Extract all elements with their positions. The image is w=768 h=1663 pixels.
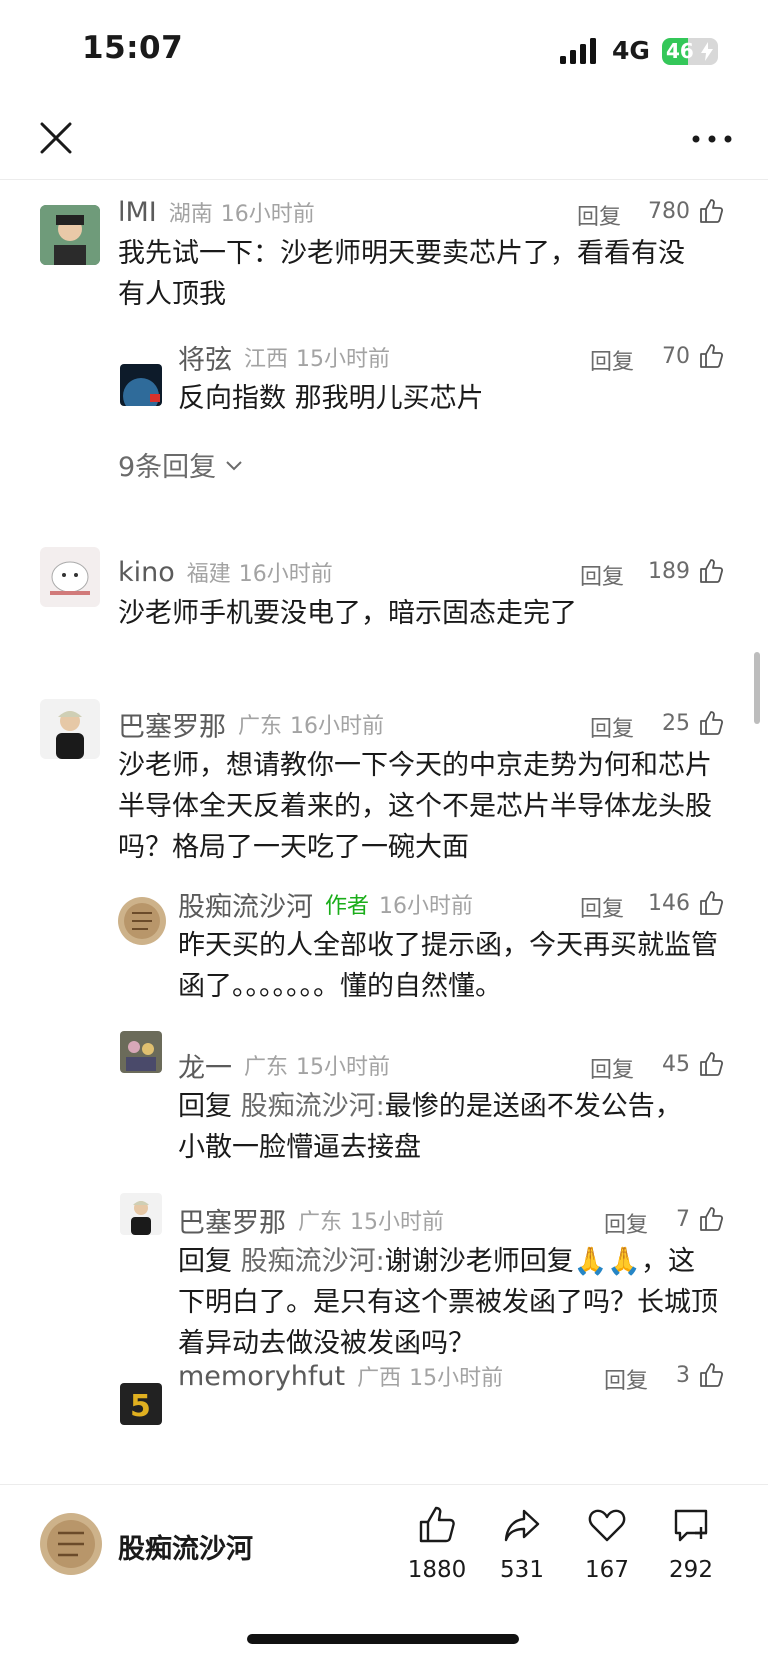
avatar[interactable] [40,547,100,607]
more-replies-label: 9条回复 [118,452,217,483]
navbar [0,100,768,180]
favorite-count: 167 [585,1557,629,1583]
close-icon[interactable] [36,118,76,158]
reply-text: 回复 股痴流沙河:最惨的是送函不发公告，小散一脸懵逼去接盘 [178,1086,698,1168]
comment-location: 福建 [186,562,231,587]
status-time: 15:07 [82,30,184,66]
reply-button[interactable]: 回复 [577,199,621,231]
comment-time: 16小时前 [290,714,385,739]
avatar[interactable] [40,699,100,759]
author-name[interactable]: 股痴流沙河 [118,1527,253,1566]
like-button[interactable]: 1880 [399,1505,475,1583]
like-count: 780 [648,199,690,224]
like-count: 7 [676,1207,690,1232]
comment-add-icon [674,1509,708,1542]
charging-bolt-icon [701,42,713,61]
author-tag: 作者 [325,894,370,919]
reply-location: 广东 [244,1055,289,1080]
thumb-up-icon[interactable] [698,710,724,736]
avatar[interactable] [120,364,162,406]
reply-location: 广西 [357,1366,402,1391]
thumb-up-icon[interactable] [698,1362,724,1388]
like-count: 70 [662,344,690,369]
thumb-up-icon[interactable] [698,198,724,224]
like-count: 146 [648,891,690,916]
comment-username[interactable]: 巴塞罗那 [118,705,226,744]
thumb-up-icon[interactable] [698,1206,724,1232]
heart-icon [588,1509,626,1542]
comment-username[interactable]: lMI [118,197,157,228]
reply-text: 回复 股痴流沙河:谢谢沙老师回复🙏🙏，这下明白了。是只有这个票被发函了吗？长城顶… [178,1241,718,1364]
comment-button[interactable]: 292 [653,1505,729,1583]
reply-time: 16小时前 [379,894,474,919]
svg-text:5: 5 [130,1389,151,1424]
reply-button[interactable]: 回复 [590,344,634,376]
avatar[interactable]: 5 [120,1383,162,1425]
avatar[interactable] [118,897,166,945]
reply-button[interactable]: 回复 [590,1052,634,1084]
reply-username[interactable]: 巴塞罗那 [178,1201,286,1240]
thumb-up-icon [419,1506,455,1543]
comment-time: 16小时前 [238,562,333,587]
like-count: 3 [676,1363,690,1388]
reply-to-user[interactable]: 股痴流沙河: [241,1246,385,1277]
comment-location: 广东 [238,714,283,739]
reply-username[interactable]: 龙一 [178,1046,232,1085]
reply-time: 15小时前 [296,1055,391,1080]
reply-to-user[interactable]: 股痴流沙河: [241,1091,385,1122]
comment-time: 16小时前 [220,202,315,227]
favorite-button[interactable]: 167 [569,1505,645,1583]
avatar[interactable] [40,205,100,265]
comment-text: 沙老师手机要没电了，暗示固态走完了 [118,598,577,629]
reply-time: 15小时前 [296,347,391,372]
reply-time: 15小时前 [350,1210,445,1235]
comment-location: 湖南 [168,202,213,227]
comment-count: 292 [669,1557,713,1583]
avatar[interactable] [120,1193,162,1235]
like-count: 189 [648,559,690,584]
share-button[interactable]: 531 [484,1505,560,1583]
reply-text: 反向指数 那我明儿买芯片 [178,383,484,414]
comment-username[interactable]: kino [118,557,175,588]
reply-prefix: 回复 [178,1246,232,1277]
more-icon[interactable] [688,124,736,154]
thumb-up-icon[interactable] [698,890,724,916]
like-count: 45 [662,1052,690,1077]
reply-time: 15小时前 [409,1366,504,1391]
thumb-up-icon[interactable] [698,1051,724,1077]
thumb-up-icon[interactable] [698,343,724,369]
battery-percent: 46 [666,39,694,63]
scrollbar[interactable] [754,652,760,724]
status-bar: 15:07 4G 46 [0,0,768,100]
reply-location: 江西 [244,347,289,372]
comment-list[interactable]: lMI 湖南 16小时前 回复 780 我先试一下：沙老师明天要卖芯片了，看看有… [0,181,768,1481]
comment-text: 我先试一下：沙老师明天要卖芯片了，看看有没有人顶我 [118,238,685,310]
reply-username[interactable]: 将弦 [178,338,232,377]
avatar[interactable] [120,1031,162,1073]
home-indicator[interactable] [247,1634,519,1644]
like-count: 1880 [407,1557,467,1583]
thumb-up-icon[interactable] [698,558,724,584]
reply-username[interactable]: memoryhfut [178,1361,345,1392]
reply-username[interactable]: 股痴流沙河 [178,885,313,924]
network-type: 4G [612,36,650,65]
reply-prefix: 回复 [178,1091,232,1122]
signal-icon [560,38,596,64]
battery-icon: 46 [662,38,718,65]
comment-text: 沙老师，想请教你一下今天的中京走势为何和芯片半导体全天反着来的，这个不是芯片半导… [118,750,712,863]
more-replies-button[interactable]: 9条回复 [118,445,244,484]
share-count: 531 [500,1557,544,1583]
like-count: 25 [662,711,690,736]
reply-text: 昨天买的人全部收了提示函，今天再买就监管函了。。。。。。。懂的自然懂。 [178,930,718,1002]
chevron-down-icon [226,460,242,470]
reply-location: 广东 [298,1210,343,1235]
reply-button[interactable]: 回复 [580,891,624,923]
reply-button[interactable]: 回复 [580,559,624,591]
reply-button[interactable]: 回复 [590,711,634,743]
author-avatar[interactable] [40,1513,102,1575]
share-icon [504,1509,540,1542]
